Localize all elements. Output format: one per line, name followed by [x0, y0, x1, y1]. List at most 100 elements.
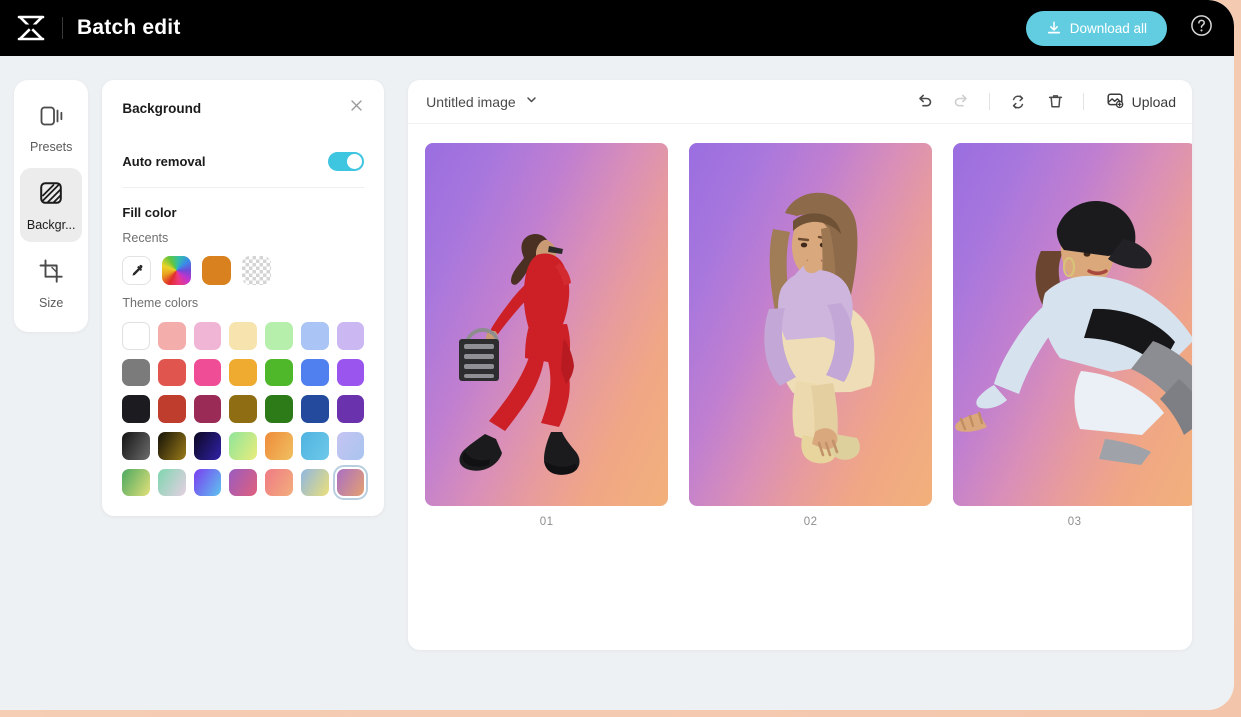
theme-color-swatch[interactable] [158, 358, 186, 387]
theme-color-swatch[interactable] [229, 395, 258, 424]
auto-removal-row: Auto removal [122, 152, 365, 188]
theme-color-swatch[interactable] [300, 432, 329, 460]
image-caption: 03 [1067, 516, 1082, 528]
theme-color-swatch[interactable] [300, 322, 329, 350]
theme-color-swatch[interactable] [229, 468, 258, 497]
theme-color-swatch[interactable] [300, 395, 329, 424]
theme-color-swatch[interactable] [122, 468, 151, 497]
theme-color-swatch[interactable] [332, 464, 369, 501]
app-window: Batch edit Download all Presets Backgr..… [0, 0, 1234, 710]
fill-color-label: Fill color [122, 205, 177, 220]
image-card: 01 [425, 143, 669, 528]
theme-color-swatch[interactable] [158, 432, 186, 460]
theme-color-swatch[interactable] [229, 322, 258, 350]
background-icon [37, 179, 65, 212]
close-icon[interactable] [349, 98, 364, 118]
theme-color-swatch[interactable] [336, 432, 365, 460]
theme-color-swatch[interactable] [122, 358, 151, 387]
sidebar-item-label: Backgr... [26, 218, 76, 232]
crop-size-icon [37, 257, 65, 290]
theme-color-swatch[interactable] [300, 358, 329, 387]
app-header: Batch edit Download all [0, 0, 1234, 56]
theme-color-swatch[interactable] [158, 322, 186, 350]
canvas-toolbar-actions: Upload [915, 91, 1176, 112]
image-thumbnail[interactable] [425, 143, 669, 506]
recent-orange-swatch[interactable] [202, 256, 232, 285]
subject-cutout [689, 143, 932, 506]
presets-icon [36, 103, 66, 134]
background-panel-header: Background [122, 98, 364, 118]
upload-label: Upload [1131, 93, 1176, 110]
help-circle-icon[interactable] [1189, 13, 1214, 43]
sidebar-item-label: Presets [30, 140, 73, 154]
transparent-swatch[interactable] [242, 256, 272, 285]
subject-cutout [953, 143, 1192, 506]
sidebar-item-size[interactable]: Size [20, 246, 82, 320]
theme-color-swatch[interactable] [265, 395, 293, 424]
sidebar-item-presets[interactable]: Presets [20, 92, 82, 164]
theme-color-swatch[interactable] [193, 358, 222, 387]
brand-area: Batch edit [14, 13, 181, 43]
theme-color-swatch[interactable] [193, 322, 222, 350]
theme-color-swatch[interactable] [300, 468, 329, 497]
image-card: 02 [689, 143, 933, 528]
header-actions: Download all [1025, 10, 1214, 46]
document-name: Untitled image [426, 93, 516, 110]
theme-color-swatch[interactable] [229, 432, 258, 460]
image-grid: 01 02 03 [408, 124, 1192, 650]
chevron-down-icon [525, 93, 538, 111]
theme-color-swatch[interactable] [122, 395, 151, 424]
canvas-toolbar: Untitled image Upload [408, 80, 1192, 124]
theme-color-swatch[interactable] [336, 395, 365, 424]
theme-color-swatch[interactable] [265, 322, 293, 350]
download-all-button[interactable]: Download all [1025, 10, 1167, 46]
toolbar-divider [988, 93, 990, 110]
color-wheel-swatch[interactable] [162, 256, 192, 285]
capcut-logo-icon[interactable] [14, 13, 48, 43]
sidebar-item-label: Size [39, 296, 64, 310]
header-divider [62, 17, 63, 39]
image-caption: 02 [803, 516, 818, 528]
theme-color-swatch[interactable] [265, 358, 293, 387]
undo-button[interactable] [915, 92, 934, 111]
upload-button[interactable]: Upload [1106, 91, 1176, 112]
sidebar-item-background[interactable]: Backgr... [20, 168, 83, 242]
recents-swatch-row [122, 256, 364, 285]
theme-color-swatch[interactable] [193, 468, 222, 497]
theme-color-swatch[interactable] [193, 395, 222, 424]
image-thumbnail[interactable] [689, 143, 933, 506]
workspace: Presets Backgr... Size Background Auto r… [0, 56, 1234, 710]
theme-color-swatch[interactable] [265, 468, 293, 497]
theme-color-swatch[interactable] [122, 322, 151, 350]
replace-button[interactable] [1008, 92, 1028, 112]
auto-removal-label: Auto removal [122, 154, 206, 169]
image-upload-icon [1106, 91, 1124, 112]
image-thumbnail[interactable] [953, 143, 1192, 506]
image-caption: 01 [539, 516, 554, 528]
theme-color-swatch[interactable] [158, 468, 186, 497]
recents-label: Recents [122, 231, 169, 245]
image-card: 03 [953, 143, 1192, 528]
theme-color-swatch[interactable] [336, 358, 365, 387]
eyedropper-swatch[interactable] [122, 256, 152, 285]
redo-button[interactable] [952, 92, 971, 111]
theme-colors-grid [122, 322, 369, 501]
theme-color-swatch[interactable] [122, 432, 151, 460]
theme-color-swatch[interactable] [193, 432, 222, 460]
theme-color-swatch[interactable] [265, 432, 293, 460]
tool-rail: Presets Backgr... Size [14, 80, 89, 332]
canvas-panel: Untitled image Upload 01 02 03 [408, 80, 1192, 650]
background-panel: Background Auto removal Fill color Recen… [102, 80, 385, 517]
toolbar-divider [1082, 93, 1084, 110]
theme-color-swatch[interactable] [229, 358, 258, 387]
page-title: Batch edit [77, 16, 181, 39]
document-name-dropdown[interactable]: Untitled image [426, 93, 538, 111]
delete-button[interactable] [1046, 92, 1065, 111]
window-bottom-accent [0, 703, 1234, 710]
theme-color-swatch[interactable] [158, 395, 186, 424]
auto-removal-toggle[interactable] [328, 152, 365, 171]
theme-color-swatch[interactable] [336, 322, 365, 350]
theme-colors-label: Theme colors [122, 296, 199, 310]
toggle-knob [347, 154, 363, 169]
download-icon [1046, 20, 1062, 36]
